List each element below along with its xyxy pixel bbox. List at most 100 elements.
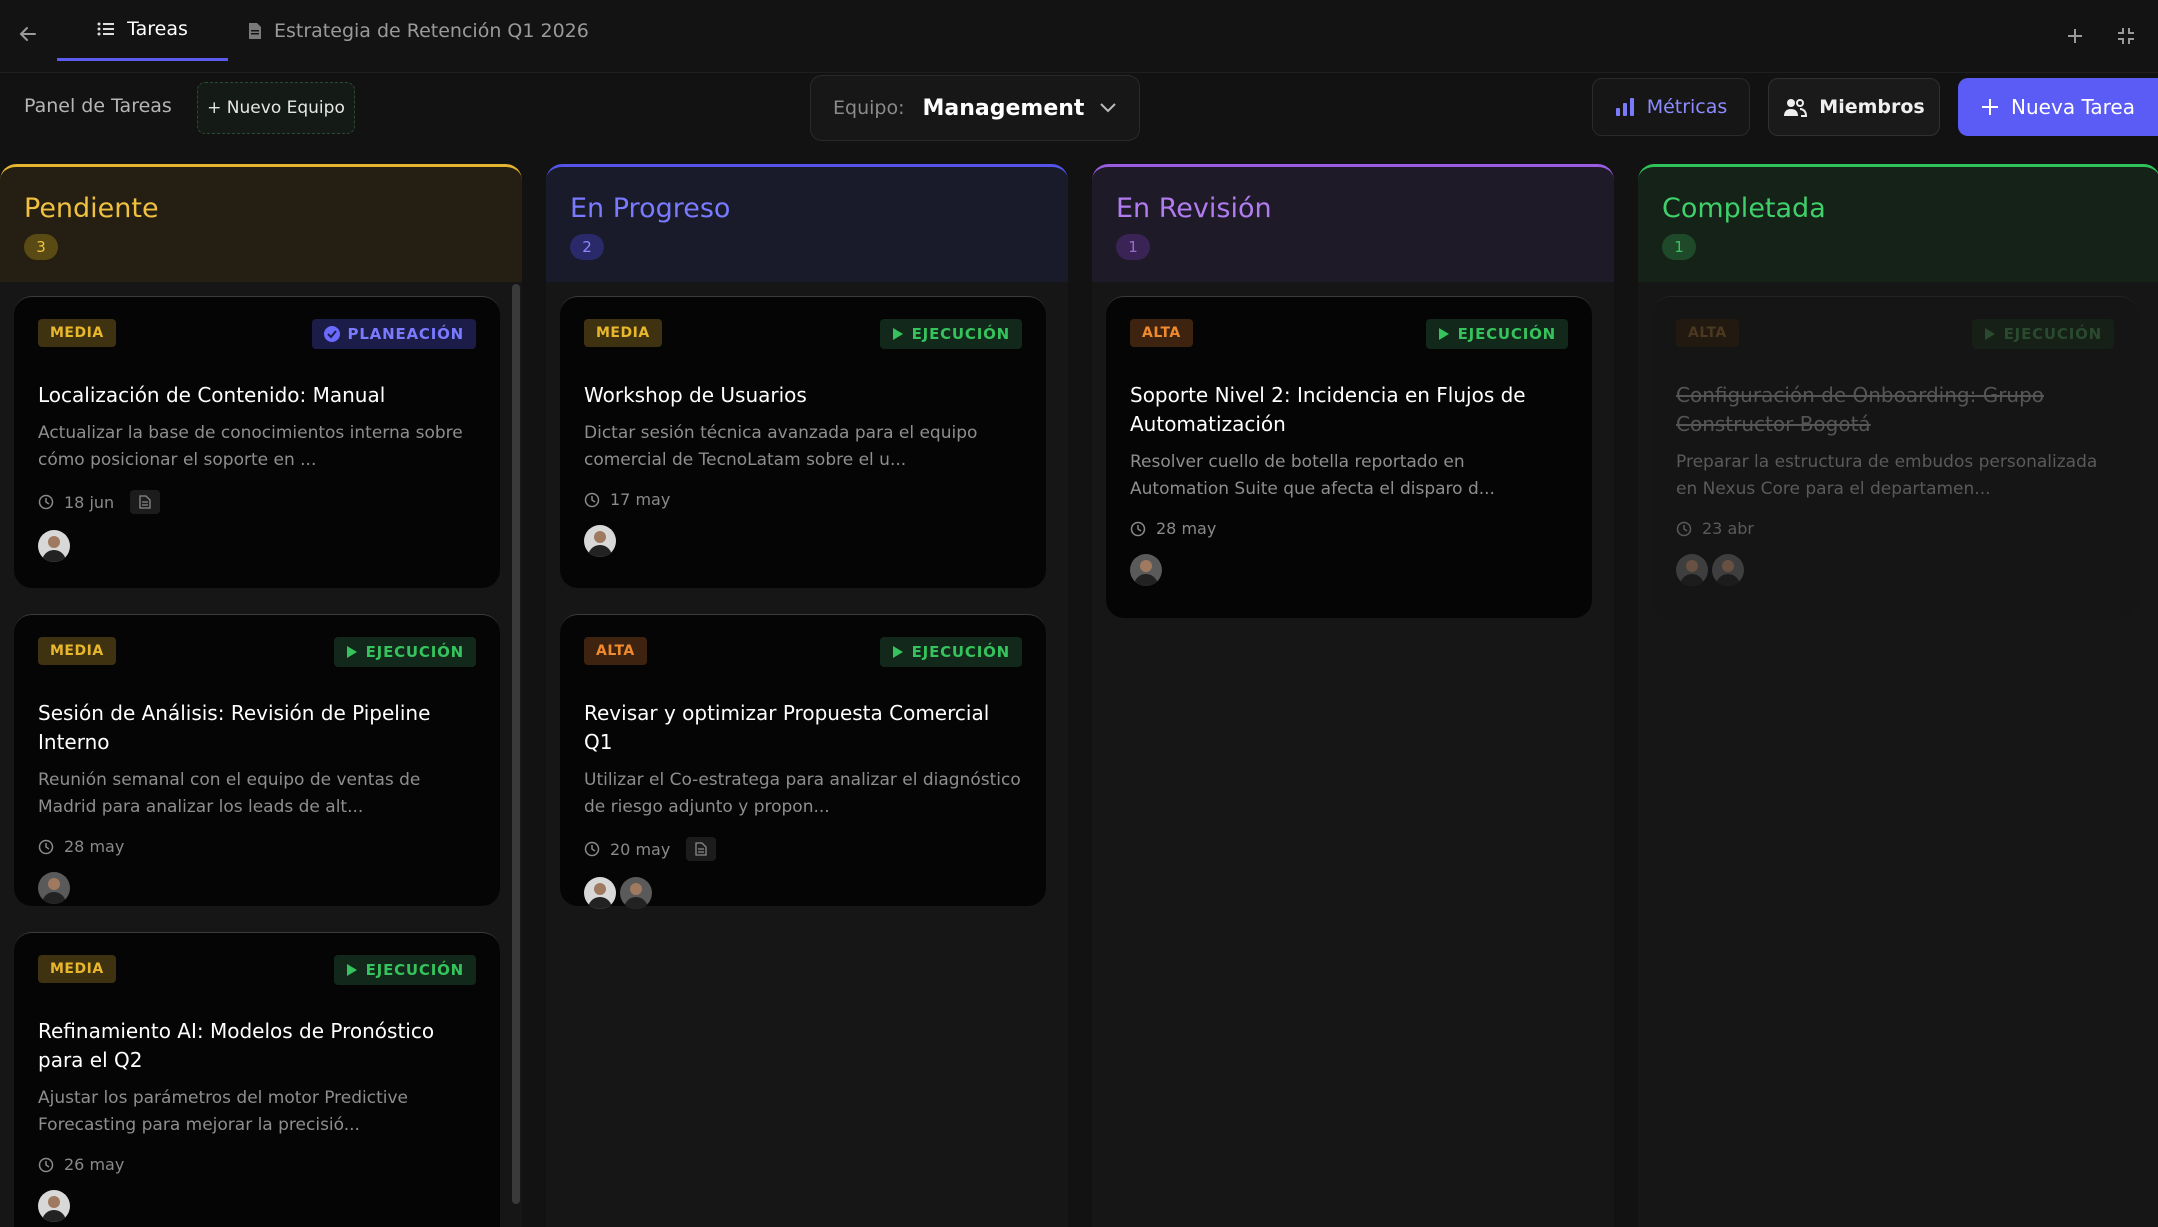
column-pendiente: Pendiente 3 MEDIA PLANEACIÓN Localizació… xyxy=(0,164,522,1227)
new-task-button[interactable]: Nueva Tarea xyxy=(1958,78,2158,136)
card-description: Reunión semanal con el equipo de ventas … xyxy=(38,770,421,817)
due-date: 23 abr xyxy=(1702,519,1754,538)
clock-icon xyxy=(38,494,54,510)
attachment-chip[interactable] xyxy=(686,837,717,861)
status-label: EJECUCIÓN xyxy=(2003,325,2102,343)
priority-badge: MEDIA xyxy=(38,637,116,665)
avatar[interactable] xyxy=(584,877,616,909)
due-date: 28 may xyxy=(64,837,125,856)
arrow-left-icon xyxy=(19,27,36,41)
card-description: Dictar sesión técnica avanzada para el e… xyxy=(584,423,978,470)
document-icon xyxy=(695,842,707,856)
plus-icon xyxy=(2068,29,2082,43)
status-badge: EJECUCIÓN xyxy=(1971,319,2114,349)
column-scrollbar[interactable] xyxy=(512,284,520,1204)
attachment-chip[interactable] xyxy=(130,490,161,514)
status-label: PLANEACIÓN xyxy=(347,325,464,343)
card-description: Actualizar la base de conocimientos inte… xyxy=(38,423,463,470)
tab-tareas[interactable]: Tareas xyxy=(57,0,228,61)
card-meta: 28 may xyxy=(1130,519,1568,538)
team-select-value: Management xyxy=(922,95,1085,121)
task-card[interactable]: MEDIA PLANEACIÓN Localización de Conteni… xyxy=(14,296,500,588)
column-header: En Progreso 2 xyxy=(546,164,1068,282)
task-card[interactable]: MEDIA EJECUCIÓN Refinamiento AI: Modelos… xyxy=(14,932,500,1227)
priority-badge: MEDIA xyxy=(584,319,662,347)
card-description: Resolver cuello de botella reportado en … xyxy=(1130,452,1495,499)
card-title: Localización de Contenido: Manual xyxy=(38,383,386,407)
priority-badge: ALTA xyxy=(584,637,647,665)
assignees xyxy=(1676,554,2114,586)
members-button[interactable]: Miembros xyxy=(1768,78,1940,136)
column-title: En Revisión xyxy=(1116,193,1272,224)
team-select[interactable]: Equipo: Management xyxy=(810,75,1140,141)
new-task-label: Nueva Tarea xyxy=(2011,95,2135,119)
bar-chart-icon xyxy=(1615,98,1634,116)
avatar[interactable] xyxy=(1130,554,1162,586)
clock-icon xyxy=(38,1157,54,1172)
card-description: Utilizar el Co-estratega para analizar e… xyxy=(584,770,1021,817)
avatar[interactable] xyxy=(38,872,70,904)
priority-badge: MEDIA xyxy=(38,955,116,983)
status-badge: EJECUCIÓN xyxy=(1425,319,1568,349)
status-label: EJECUCIÓN xyxy=(1457,325,1556,343)
tab-estrategia[interactable]: Estrategia de Retención Q1 2026 xyxy=(248,0,589,61)
chevron-down-icon xyxy=(1100,103,1116,113)
status-badge: EJECUCIÓN xyxy=(879,319,1022,349)
due-date: 18 jun xyxy=(64,492,115,512)
task-card[interactable]: MEDIA EJECUCIÓN Sesión de Análisis: Revi… xyxy=(14,614,500,906)
card-title: Configuración de Onboarding: Grupo Const… xyxy=(1676,383,2045,436)
priority-badge: ALTA xyxy=(1676,319,1739,347)
avatar[interactable] xyxy=(620,877,652,909)
task-card[interactable]: ALTA EJECUCIÓN Configuración de Onboardi… xyxy=(1652,296,2138,618)
task-card[interactable]: ALTA EJECUCIÓN Soporte Nivel 2: Incidenc… xyxy=(1106,296,1592,618)
avatar[interactable] xyxy=(38,1190,70,1222)
column-count: 1 xyxy=(1116,234,1150,260)
new-team-button[interactable]: + Nuevo Equipo xyxy=(197,82,355,134)
due-date: 26 may xyxy=(64,1155,125,1174)
assignees xyxy=(38,1190,476,1222)
list-icon xyxy=(97,22,115,36)
play-icon xyxy=(346,964,357,976)
card-title: Refinamiento AI: Modelos de Pronóstico p… xyxy=(38,1019,435,1072)
tab-label: Tareas xyxy=(127,18,188,40)
card-meta: 23 abr xyxy=(1676,519,2114,538)
column-title: Pendiente xyxy=(24,193,159,224)
card-description: Ajustar los parámetros del motor Predict… xyxy=(38,1088,409,1135)
check-circle-icon xyxy=(323,326,340,342)
clock-icon xyxy=(1130,521,1146,536)
clock-icon xyxy=(38,839,54,854)
status-label: EJECUCIÓN xyxy=(911,325,1010,343)
avatar[interactable] xyxy=(584,525,616,557)
status-label: EJECUCIÓN xyxy=(365,961,464,979)
card-title: Sesión de Análisis: Revisión de Pipeline… xyxy=(38,701,431,754)
assignees xyxy=(1130,554,1568,586)
avatar[interactable] xyxy=(1712,554,1744,586)
assignees xyxy=(584,877,1022,909)
collapse-button[interactable] xyxy=(2110,20,2142,52)
avatar[interactable] xyxy=(1676,554,1708,586)
column-count: 3 xyxy=(24,234,58,260)
top-bar: Tareas Estrategia de Retención Q1 2026 xyxy=(0,0,2158,73)
document-icon xyxy=(139,495,151,509)
due-date: 28 may xyxy=(1156,519,1217,538)
task-card[interactable]: MEDIA EJECUCIÓN Workshop de Usuarios Dic… xyxy=(560,296,1046,588)
collapse-icon xyxy=(2118,28,2134,44)
card-meta: 26 may xyxy=(38,1155,476,1174)
status-badge: EJECUCIÓN xyxy=(333,637,476,667)
users-icon xyxy=(1784,99,1808,117)
task-card[interactable]: ALTA EJECUCIÓN Revisar y optimizar Propu… xyxy=(560,614,1046,909)
add-tab-button[interactable] xyxy=(2059,20,2091,52)
back-button[interactable] xyxy=(12,18,44,50)
column-count: 2 xyxy=(570,234,604,260)
column-title: En Progreso xyxy=(570,193,731,224)
priority-badge: MEDIA xyxy=(38,319,116,347)
clock-icon xyxy=(584,492,600,507)
status-badge: PLANEACIÓN xyxy=(311,319,476,349)
metrics-button[interactable]: Métricas xyxy=(1592,78,1750,136)
card-title: Soporte Nivel 2: Incidencia en Flujos de… xyxy=(1130,383,1526,436)
document-icon xyxy=(249,22,261,39)
metrics-label: Métricas xyxy=(1646,96,1728,118)
column-count: 1 xyxy=(1662,234,1696,260)
status-badge: EJECUCIÓN xyxy=(879,637,1022,667)
avatar[interactable] xyxy=(38,530,70,562)
